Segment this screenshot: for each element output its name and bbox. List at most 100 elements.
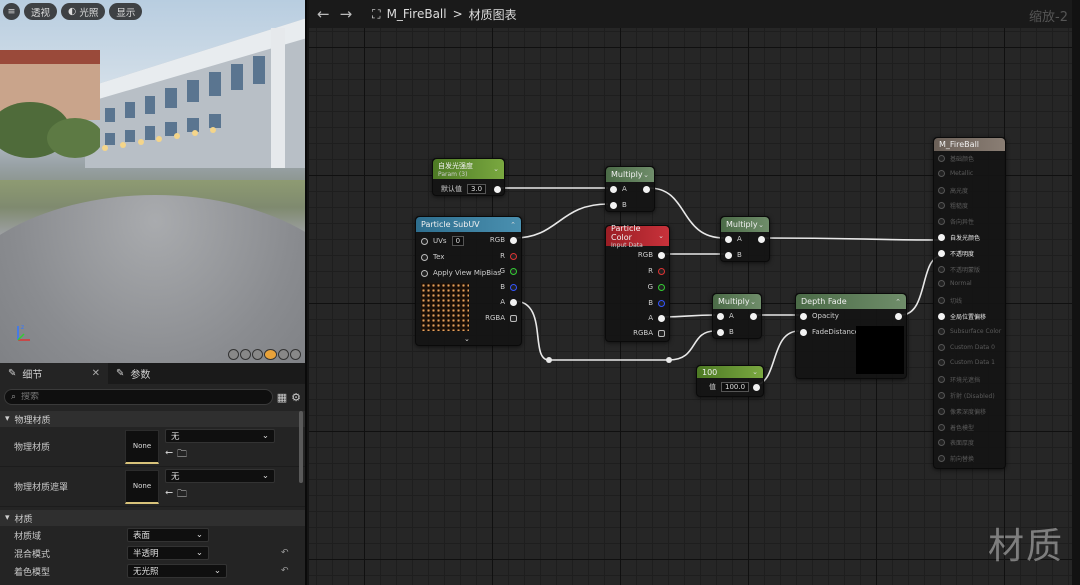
plane-preview-icon[interactable]	[252, 349, 263, 360]
reroute-node[interactable]	[666, 357, 672, 363]
shading-model-dropdown[interactable]: 无光照 ⌄	[127, 564, 227, 578]
show-button[interactable]: 显示	[109, 3, 143, 20]
reset-icon[interactable]: ↶	[281, 566, 289, 576]
close-icon[interactable]: ✕	[92, 368, 100, 379]
result-input-pin-row[interactable]: 各向异性	[938, 217, 974, 226]
input-pin[interactable]	[938, 392, 945, 399]
input-pin[interactable]	[938, 407, 945, 415]
input-pin-row[interactable]: Tex	[421, 253, 444, 261]
node-particle-color[interactable]: Particle Color Input Data ⌄ RGB R G B A …	[605, 224, 670, 342]
result-input-pin-row[interactable]: 折射 (Disabled)	[938, 391, 995, 400]
input-pin[interactable]	[938, 455, 945, 463]
input-pin[interactable]	[938, 327, 945, 335]
input-pin[interactable]	[938, 169, 945, 177]
chevron-down-icon[interactable]: ⌄	[643, 171, 649, 179]
output-pin-row[interactable]: RGB	[638, 251, 665, 259]
chevron-down-icon[interactable]: ⌄	[752, 368, 758, 376]
sphere-preview-icon[interactable]	[240, 349, 251, 360]
node-constant-100[interactable]: 100 ⌄ 值 100.0	[696, 365, 764, 397]
output-pin[interactable]	[758, 236, 765, 243]
input-pin[interactable]	[938, 297, 945, 305]
result-input-pin-row[interactable]: 不透明度	[938, 249, 974, 258]
input-pin-row[interactable]: B	[725, 251, 742, 259]
node-material-result[interactable]: M_FireBall 基础颜色 Metallic 高光度 粗糙度 各向异性 自发光颜色 不透…	[933, 137, 1006, 469]
input-pin[interactable]	[938, 249, 945, 257]
result-input-pin-row[interactable]: 自发光颜色	[938, 233, 980, 242]
input-pin-row[interactable]: A	[717, 312, 734, 320]
mesh-preview-icon[interactable]	[290, 349, 301, 360]
result-input-pin-row[interactable]: 全局位置偏移	[938, 312, 986, 321]
output-pin-row[interactable]: B	[648, 299, 665, 307]
tab-details[interactable]: ✎ 细节 ✕	[0, 363, 108, 384]
result-input-pin-row[interactable]: 前向替换	[938, 454, 974, 463]
input-pin-row[interactable]: UVs 0	[421, 236, 465, 246]
result-input-pin-row[interactable]: 基础颜色	[938, 154, 974, 163]
breadcrumb-asset[interactable]: M_FireBall	[387, 7, 447, 21]
output-pin-row[interactable]: G	[648, 283, 665, 291]
output-pin[interactable]	[753, 384, 760, 391]
input-pin[interactable]	[938, 155, 945, 162]
chevron-down-icon[interactable]: ⌄	[758, 221, 764, 229]
input-pin-row[interactable]: B	[610, 201, 627, 209]
node-multiply-3[interactable]: Multiply ⌄ A B	[712, 293, 762, 339]
input-pin-row[interactable]: A	[610, 185, 627, 193]
output-pin-row[interactable]: RGBA	[633, 329, 665, 337]
back-arrow-icon[interactable]: ←	[317, 5, 330, 23]
result-input-pin-row[interactable]: 不透明蒙版	[938, 265, 980, 274]
output-pin-row[interactable]: G	[500, 267, 517, 275]
input-pin[interactable]	[938, 280, 945, 288]
chevron-down-icon[interactable]: ⌄	[658, 232, 664, 240]
section-physical-material[interactable]: ▾ 物理材质	[0, 411, 305, 427]
output-pin[interactable]	[750, 313, 757, 320]
input-pin[interactable]	[938, 218, 945, 226]
details-scrollbar[interactable]	[299, 411, 303, 483]
teapot-preview-icon[interactable]	[278, 349, 289, 360]
search-input[interactable]	[21, 392, 222, 402]
input-pin[interactable]	[938, 423, 945, 431]
material-domain-dropdown[interactable]: 表面 ⌄	[127, 528, 209, 542]
chevron-up-icon[interactable]: ⌃	[895, 298, 901, 306]
node-multiply-2[interactable]: Multiply ⌄ A B	[720, 216, 770, 262]
output-pin-row[interactable]: RGBA	[485, 314, 517, 322]
chevron-down-icon[interactable]: ⌄	[493, 165, 499, 173]
cube-preview-icon[interactable]	[264, 349, 277, 360]
input-pin[interactable]	[938, 265, 945, 273]
input-pin[interactable]	[938, 376, 945, 384]
input-pin-row[interactable]: B	[717, 328, 734, 336]
input-pin-row[interactable]: Apply View MipBias	[421, 269, 501, 277]
breadcrumb-graph[interactable]: 材质图表	[469, 6, 517, 23]
output-pin-row[interactable]: RGB	[490, 236, 517, 244]
output-pin-row[interactable]: B	[500, 283, 517, 291]
browse-folder-icon[interactable]: 🗀	[177, 447, 187, 464]
reroute-node[interactable]	[546, 357, 552, 363]
perspective-button[interactable]: 透视	[24, 3, 58, 20]
output-pin-row[interactable]: R	[648, 267, 665, 275]
browse-folder-icon[interactable]: 🗀	[177, 487, 187, 504]
tab-parameters[interactable]: ✎ 参数	[108, 363, 158, 384]
result-input-pin-row[interactable]: 像素深度偏移	[938, 407, 986, 416]
result-input-pin-row[interactable]: Metallic	[938, 169, 973, 177]
gear-icon[interactable]: ⚙	[291, 391, 301, 404]
viewport-menu-button[interactable]: ≡	[3, 3, 20, 20]
output-pin[interactable]	[895, 313, 902, 320]
node-depth-fade[interactable]: Depth Fade ⌃ Opacity FadeDistance	[795, 293, 907, 379]
asset-dropdown[interactable]: 无 ⌄	[165, 429, 275, 443]
result-input-pin-row[interactable]: 着色模型	[938, 423, 974, 432]
output-pin-row[interactable]: A	[500, 298, 517, 306]
cylinder-preview-icon[interactable]	[228, 349, 239, 360]
input-pin[interactable]	[938, 186, 945, 194]
default-value-field[interactable]: 3.0	[467, 184, 487, 194]
chevron-down-icon[interactable]: ⌄	[464, 335, 470, 343]
chevron-down-icon[interactable]: ⌄	[750, 298, 756, 306]
input-pin-row[interactable]: FadeDistance	[800, 328, 859, 336]
use-selected-icon[interactable]: ⭠	[165, 447, 173, 464]
result-input-pin-row[interactable]: 切线	[938, 296, 962, 305]
input-pin[interactable]	[938, 439, 945, 447]
asset-thumbnail[interactable]: None	[125, 469, 159, 504]
chevron-up-icon[interactable]: ⌃	[510, 221, 516, 229]
result-input-pin-row[interactable]: Normal	[938, 280, 972, 288]
asset-thumbnail[interactable]: None	[125, 429, 159, 464]
output-pin[interactable]	[643, 186, 650, 193]
result-input-pin-row[interactable]: 粗糙度	[938, 201, 968, 210]
result-input-pin-row[interactable]: 表面厚度	[938, 438, 974, 447]
